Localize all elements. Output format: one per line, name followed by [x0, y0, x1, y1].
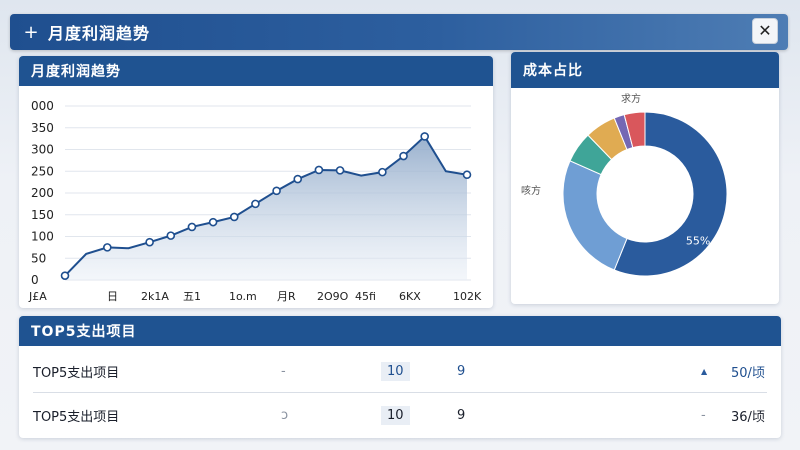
row-col1: 10	[381, 405, 410, 425]
cost-share-chart: 55% 求方咳方	[521, 92, 728, 277]
table-row[interactable]: TOP5支出项目 ɔ 10 9 - 36/顷	[19, 394, 781, 436]
x-tick-label: 五1	[183, 290, 201, 303]
trend-chart: 000 350 300 250 200 150 100 50 0 J£A 日 2k1A 五1 1o.m 月R…	[28, 99, 482, 303]
x-tick-label: 6KX	[399, 290, 421, 303]
data-point[interactable]	[335, 166, 345, 175]
row-value: 50/顷	[731, 365, 765, 381]
row-col1: 10	[381, 361, 410, 381]
x-tick-label: 2O9O	[317, 290, 349, 303]
trend-panel-title: 月度利润趋势	[19, 56, 493, 86]
y-tick-label: 150	[31, 208, 54, 222]
data-point[interactable]	[103, 243, 112, 252]
x-tick-label: 45fi	[355, 290, 376, 303]
x-tick-label: 1o.m	[229, 290, 257, 303]
top5-panel: TOP5支出项目 TOP5支出项目 - 10 9 ▲ 50/顷 TOP5支出项目…	[19, 316, 781, 438]
row-mark: ɔ	[281, 407, 289, 423]
page-title: 月度利润趋势	[48, 24, 151, 43]
y-tick-label: 200	[31, 186, 54, 200]
top5-title: TOP5支出项目	[19, 316, 781, 346]
x-tick-label: 日	[107, 290, 118, 303]
data-point[interactable]	[229, 212, 239, 222]
data-point[interactable]	[420, 132, 429, 141]
y-tick-label: 0	[31, 273, 39, 287]
row-mark: -	[281, 363, 286, 379]
row-name: TOP5支出项目	[33, 409, 120, 425]
data-point[interactable]	[462, 170, 472, 180]
trend-up-icon: ▲	[701, 366, 708, 376]
data-point[interactable]	[251, 199, 260, 209]
table-row[interactable]: TOP5支出项目 - 10 9 ▲ 50/顷	[19, 350, 781, 392]
data-point[interactable]	[314, 165, 324, 175]
trend-flat-icon: -	[701, 407, 706, 423]
data-point[interactable]	[187, 222, 197, 232]
pie-slice[interactable]	[562, 160, 628, 271]
outside-label: 求方	[621, 92, 641, 105]
data-point[interactable]	[293, 174, 303, 184]
y-tick-label: 000	[31, 99, 54, 113]
cost-share-title: 成本占比	[511, 52, 779, 88]
y-tick-label: 100	[31, 230, 54, 244]
x-tick-label: 102K	[453, 290, 482, 303]
y-tick-label: 300	[31, 143, 54, 157]
row-value: 36/顷	[731, 409, 765, 425]
y-tick-label: 350	[31, 121, 54, 135]
data-point[interactable]	[166, 231, 176, 240]
row-name: TOP5支出项目	[33, 365, 120, 381]
data-point[interactable]	[378, 167, 387, 177]
data-point[interactable]	[145, 237, 154, 247]
slice-label: 55%	[686, 235, 710, 248]
close-icon[interactable]: ✕	[752, 18, 778, 44]
x-tick-label: J£A	[28, 290, 47, 303]
y-tick-label: 50	[31, 251, 46, 265]
cost-share-panel: 成本占比 55% 求方咳方	[511, 52, 779, 304]
window-title-bar: + 月度利润趋势 ✕	[10, 14, 788, 50]
y-tick-label: 250	[31, 164, 54, 178]
outside-label: 咳方	[521, 184, 541, 197]
plus-icon[interactable]: +	[20, 22, 42, 43]
x-tick-label: 2k1A	[141, 290, 169, 303]
row-divider	[33, 392, 767, 393]
x-tick-label: 月R	[277, 290, 296, 303]
data-point[interactable]	[208, 217, 218, 227]
data-point[interactable]	[272, 186, 281, 196]
trend-panel: 月度利润趋势 000 350 300 250 200 150 100 50 0 J£A 日 2k1A 五…	[19, 56, 493, 308]
data-point[interactable]	[60, 271, 70, 280]
data-point[interactable]	[399, 151, 408, 161]
row-col2: 9	[457, 363, 466, 379]
row-col2: 9	[457, 407, 466, 423]
